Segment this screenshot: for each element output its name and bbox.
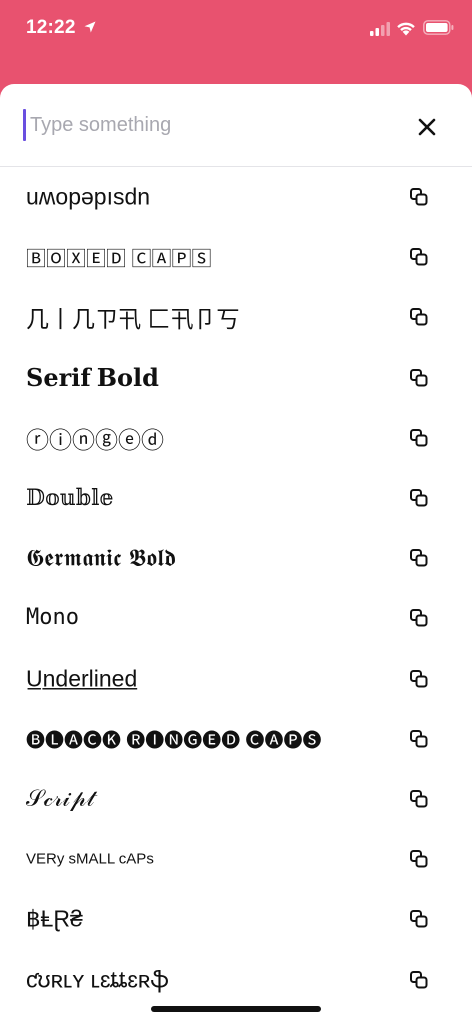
copy-button[interactable] — [407, 546, 431, 570]
style-preview: VERy sMALL cAPs — [26, 850, 154, 868]
list-item[interactable]: U̲n̲d̲e̲r̲l̲i̲n̲e̲d̲ — [0, 649, 472, 709]
style-preview: 𝒮𝒸𝓇𝒾𝓅𝓉 — [26, 785, 95, 812]
copy-icon — [410, 308, 428, 326]
style-preview: ฿ⱠⱤ₴ — [26, 905, 83, 932]
font-style-sheet: uʍopəpısdn 🄱🄾🅇🄴🄳 🄲🄰🄿🅂 几丨几ㄗ卂 匚卂卩丂 𝐒𝐞𝐫𝐢𝐟 𝐁… — [0, 84, 472, 1024]
style-preview: 𝔻𝕠𝕦𝕓𝕝𝕖 — [26, 485, 114, 511]
list-item[interactable]: 🅑🅛🅐🅒🅚 🅡🅘🅝🅖🅔🅓 🅒🅐🅟🅢 — [0, 709, 472, 769]
copy-icon — [410, 729, 428, 748]
list-item[interactable]: 𝒮𝒸𝓇𝒾𝓅𝓉 — [0, 769, 472, 829]
copy-button[interactable] — [407, 968, 431, 992]
list-item[interactable]: ⓡⓘⓝⓖⓔⓓ — [0, 408, 472, 468]
list-item[interactable]: 🄱🄾🅇🄴🄳 🄲🄰🄿🅂 — [0, 227, 472, 287]
copy-button[interactable] — [407, 847, 431, 871]
list-item[interactable]: 𝔻𝕠𝕦𝕓𝕝𝕖 — [0, 468, 472, 528]
list-item[interactable]: ƈʊʀʟʏ ʟɛȶȶɛʀֆ — [0, 949, 472, 1009]
copy-icon — [410, 248, 428, 266]
style-preview: 🅑🅛🅐🅒🅚 🅡🅘🅝🅖🅔🅓 🅒🅐🅟🅢 — [26, 730, 322, 752]
location-arrow-icon — [84, 21, 96, 33]
copy-icon — [410, 910, 428, 928]
close-button[interactable] — [412, 112, 442, 142]
list-item[interactable]: uʍopəpısdn — [0, 167, 472, 227]
copy-icon — [410, 428, 428, 447]
style-preview: U̲n̲d̲e̲r̲l̲i̲n̲e̲d̲ — [26, 665, 138, 692]
copy-icon — [410, 549, 428, 567]
style-preview: 🄱🄾🅇🄴🄳 🄲🄰🄿🅂 — [26, 248, 212, 271]
copy-button[interactable] — [407, 426, 431, 450]
style-preview: 𝙼𝚘𝚗𝚘 — [26, 606, 79, 632]
copy-button[interactable] — [407, 907, 431, 931]
style-preview: uʍopəpısdn — [26, 183, 151, 210]
close-icon — [418, 118, 436, 136]
search-input[interactable] — [30, 106, 390, 144]
style-preview: 𝕲𝖊𝖗𝖒𝖆𝖓𝖎𝖈 𝕭𝖔𝖑𝖉 — [26, 544, 177, 573]
wifi-icon — [397, 22, 415, 36]
copy-button[interactable] — [407, 667, 431, 691]
cellular-signal-icon — [370, 22, 390, 36]
copy-icon — [410, 368, 428, 387]
copy-button[interactable] — [407, 606, 431, 630]
list-item[interactable]: ฿ⱠⱤ₴ — [0, 889, 472, 949]
home-indicator[interactable] — [151, 1006, 321, 1012]
copy-button[interactable] — [407, 185, 431, 209]
status-bar: 12:22 — [0, 0, 472, 60]
search-bar — [0, 84, 472, 167]
list-item[interactable]: VERy sMALL cAPs — [0, 829, 472, 889]
style-preview: ƈʊʀʟʏ ʟɛȶȶɛʀֆ — [26, 966, 169, 993]
copy-button[interactable] — [407, 245, 431, 269]
copy-icon — [410, 789, 428, 808]
copy-button[interactable] — [407, 787, 431, 811]
battery-icon — [423, 20, 454, 35]
style-preview: 几丨几ㄗ卂 匚卂卩丂 — [26, 306, 240, 333]
copy-icon — [410, 188, 428, 206]
style-list: uʍopəpısdn 🄱🄾🅇🄴🄳 🄲🄰🄿🅂 几丨几ㄗ卂 匚卂卩丂 𝐒𝐞𝐫𝐢𝐟 𝐁… — [0, 167, 472, 1010]
list-item[interactable]: 𝙼𝚘𝚗𝚘 — [0, 588, 472, 648]
style-preview: ⓡⓘⓝⓖⓔⓓ — [26, 426, 164, 453]
style-preview: 𝐒𝐞𝐫𝐢𝐟 𝐁𝐨𝐥𝐝 — [26, 365, 159, 392]
copy-button[interactable] — [407, 727, 431, 751]
copy-icon — [410, 669, 428, 688]
copy-icon — [410, 489, 428, 507]
copy-button[interactable] — [407, 305, 431, 329]
text-cursor — [23, 109, 26, 141]
copy-icon — [410, 850, 428, 868]
copy-button[interactable] — [407, 366, 431, 390]
list-item[interactable]: 几丨几ㄗ卂 匚卂卩丂 — [0, 287, 472, 347]
status-time: 12:22 — [26, 17, 76, 38]
copy-icon — [410, 609, 428, 627]
list-item[interactable]: 𝐒𝐞𝐫𝐢𝐟 𝐁𝐨𝐥𝐝 — [0, 348, 472, 408]
copy-button[interactable] — [407, 486, 431, 510]
list-item[interactable]: 𝕲𝖊𝖗𝖒𝖆𝖓𝖎𝖈 𝕭𝖔𝖑𝖉 — [0, 528, 472, 588]
copy-icon — [410, 970, 428, 989]
